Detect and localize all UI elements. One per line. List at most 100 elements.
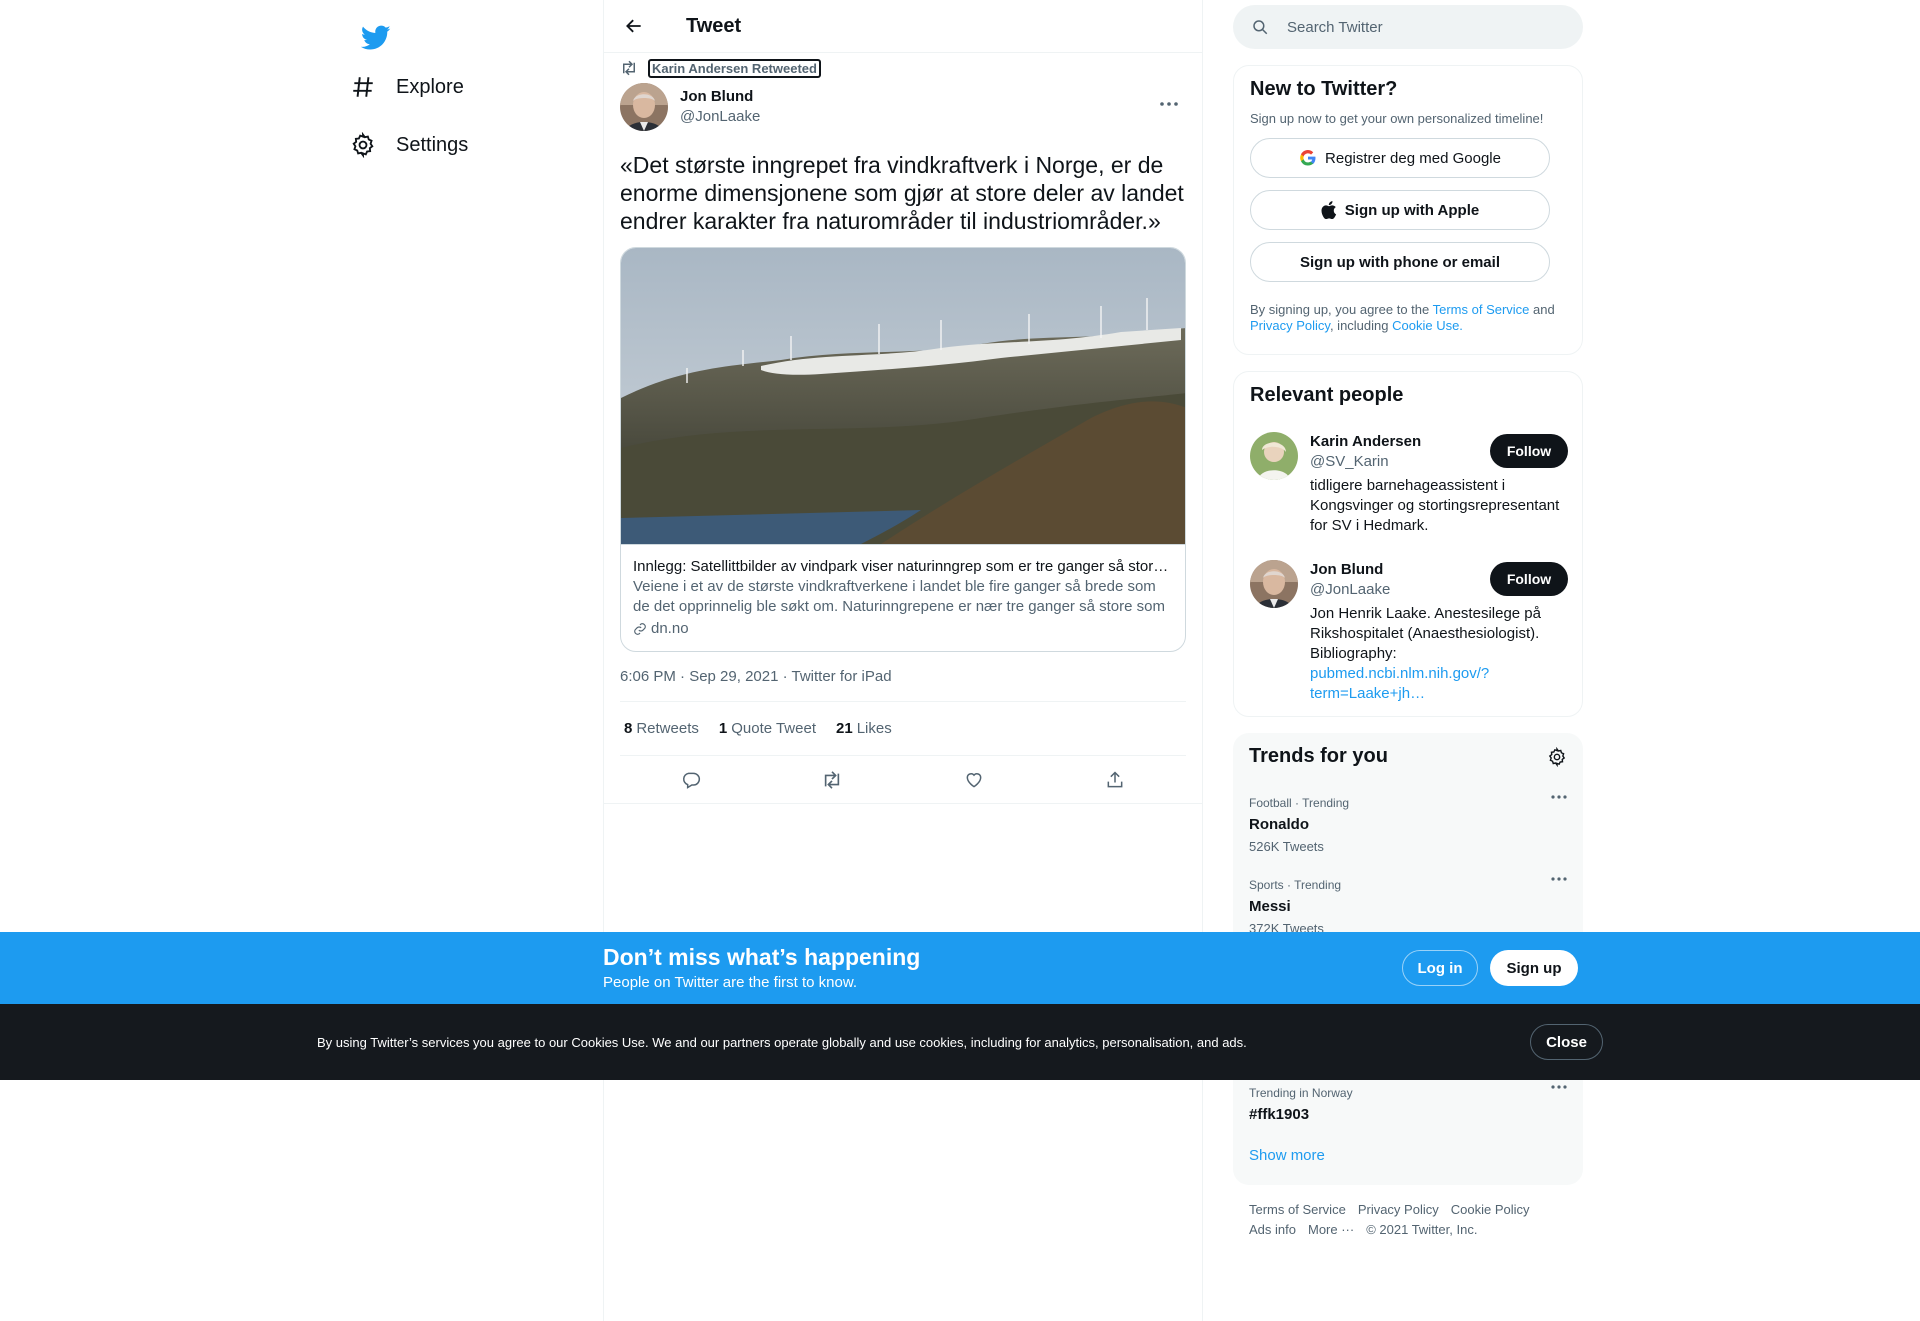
author-names: Jon Blund @JonLaake <box>680 87 760 127</box>
trend-item[interactable]: Sports · Trending Messi 372K Tweets <box>1249 877 1567 937</box>
trend-more-button[interactable] <box>1551 795 1567 799</box>
avatar[interactable] <box>1250 560 1298 608</box>
google-icon <box>1299 149 1317 167</box>
retweet-button[interactable] <box>814 762 850 798</box>
follow-button[interactable]: Follow <box>1490 562 1568 596</box>
footer-ads-info-link[interactable]: Ads info <box>1249 1222 1296 1237</box>
more-dots-icon <box>1551 795 1567 799</box>
footer-more-link[interactable]: More ··· <box>1308 1222 1354 1237</box>
more-options-button[interactable] <box>1152 87 1186 121</box>
cookie-use-link[interactable]: Cookie Use. <box>1392 318 1463 333</box>
nav-settings-label: Settings <box>396 133 469 156</box>
card-domain: dn.no <box>633 619 1173 639</box>
person-bio: Jon Henrik Laake. Anestesilege på Riksho… <box>1310 604 1572 704</box>
person-handle[interactable]: @SV_Karin <box>1310 452 1510 472</box>
signup-legal-text: By signing up, you agree to the Terms of… <box>1250 302 1566 334</box>
search-bar[interactable] <box>1233 5 1583 49</box>
trend-more-button[interactable] <box>1551 1085 1567 1089</box>
google-signup-button[interactable]: Registrer deg med Google <box>1250 138 1550 178</box>
footer-privacy-link[interactable]: Privacy Policy <box>1358 1202 1439 1217</box>
relevant-people-title: Relevant people <box>1250 384 1404 406</box>
cookie-close-button[interactable]: Close <box>1530 1024 1603 1060</box>
person-text: Karin Andersen @SV_Karin tidligere barne… <box>1310 432 1559 536</box>
author-name[interactable]: Jon Blund <box>680 87 760 107</box>
new-to-twitter-title: New to Twitter? <box>1250 78 1398 100</box>
trends-title: Trends for you <box>1249 745 1388 767</box>
banner-subtitle: People on Twitter are the first to know. <box>603 974 858 991</box>
trend-meta: Sports · Trending <box>1249 878 1342 892</box>
login-button[interactable]: Log in <box>1402 950 1478 986</box>
trend-item[interactable]: Trending in Norway #ffk1903 <box>1249 1085 1567 1125</box>
gear-icon <box>350 132 376 158</box>
terms-link[interactable]: Terms of Service <box>1433 302 1530 317</box>
reply-icon <box>681 770 701 790</box>
search-icon <box>1233 18 1269 36</box>
trend-more-button[interactable] <box>1551 877 1567 881</box>
quotes-stat[interactable]: 1 Quote Tweet <box>719 720 816 737</box>
signup-banner: Don’t miss what’s happening People on Tw… <box>0 932 1920 1004</box>
person-item[interactable]: Karin Andersen @SV_Karin tidligere barne… <box>1250 432 1568 542</box>
share-button[interactable] <box>1097 762 1133 798</box>
avatar[interactable] <box>620 83 668 131</box>
footer-cookie-link[interactable]: Cookie Policy <box>1451 1202 1530 1217</box>
card-title: Innlegg: Satellittbilder av vindpark vis… <box>633 558 1173 575</box>
tweet-stats: 8 Retweets 1 Quote Tweet 21 Likes <box>620 702 1186 756</box>
person-bio-text: Jon Henrik Laake. Anestesilege på Riksho… <box>1310 605 1541 662</box>
retweeted-by-link[interactable]: Karin Andersen Retweeted <box>648 58 821 78</box>
person-bio: tidligere barnehageassistent i Kongsving… <box>1310 477 1560 534</box>
privacy-link[interactable]: Privacy Policy <box>1250 318 1330 333</box>
person-handle[interactable]: @JonLaake <box>1310 580 1510 600</box>
page-header: Tweet <box>604 0 1202 53</box>
banner-title: Don’t miss what’s happening <box>603 944 921 970</box>
avatar[interactable] <box>1250 432 1298 480</box>
reply-button[interactable] <box>673 762 709 798</box>
cookie-banner: By using Twitter’s services you agree to… <box>0 1004 1920 1080</box>
apple-icon <box>1321 201 1337 219</box>
person-name[interactable]: Karin Andersen <box>1310 432 1510 452</box>
back-button[interactable] <box>616 8 652 44</box>
likes-stat[interactable]: 21 Likes <box>836 720 892 737</box>
search-input[interactable] <box>1287 18 1547 36</box>
follow-button[interactable]: Follow <box>1490 434 1568 468</box>
hashtag-icon <box>350 74 376 100</box>
retweets-count: 8 <box>624 720 633 737</box>
tweet-author: Jon Blund @JonLaake <box>620 83 1186 135</box>
gear-icon <box>1547 747 1567 767</box>
author-handle[interactable]: @JonLaake <box>680 107 760 127</box>
trend-item[interactable]: Football · Trending Ronaldo 526K Tweets <box>1249 795 1567 855</box>
card-body: Innlegg: Satellittbilder av vindpark vis… <box>621 544 1185 651</box>
quotes-label: Quote Tweet <box>731 720 816 737</box>
apple-signup-button[interactable]: Sign up with Apple <box>1250 190 1550 230</box>
heart-icon <box>964 770 984 790</box>
trend-count: 526K Tweets <box>1249 839 1324 854</box>
link-card[interactable]: Innlegg: Satellittbilder av vindpark vis… <box>620 247 1186 652</box>
retweets-stat[interactable]: 8 Retweets <box>624 720 699 737</box>
retweet-icon <box>821 770 843 790</box>
trend-name: Messi <box>1249 898 1291 915</box>
nav-explore-label: Explore <box>396 75 464 98</box>
phone-email-signup-button[interactable]: Sign up with phone or email <box>1250 242 1550 282</box>
legal-text-2: and <box>1529 302 1555 317</box>
twitter-logo-icon[interactable] <box>350 12 402 64</box>
like-button[interactable] <box>956 762 992 798</box>
person-bio-link[interactable]: pubmed.ncbi.nlm.nih.gov/?term=Laake+jh… <box>1310 665 1489 702</box>
person-name[interactable]: Jon Blund <box>1310 560 1510 580</box>
card-description: Veiene i et av de største vindkraftverke… <box>633 578 1165 615</box>
quotes-count: 1 <box>718 720 728 737</box>
tweet-text: «Det største inngrepet fra vindkraftverk… <box>620 152 1184 234</box>
tweet-timestamp[interactable]: 6:06 PM · Sep 29, 2021 · Twitter for iPa… <box>620 666 1186 702</box>
person-text: Jon Blund @JonLaake Jon Henrik Laake. An… <box>1310 560 1541 704</box>
show-more-trends-link[interactable]: Show more <box>1249 1147 1325 1164</box>
arrow-left-icon <box>624 16 644 36</box>
trends-settings-button[interactable] <box>1547 747 1567 767</box>
footer-terms-link[interactable]: Terms of Service <box>1249 1202 1346 1217</box>
relevant-people-panel: Relevant people Karin Andersen @SV_Karin… <box>1233 371 1583 717</box>
person-item[interactable]: Jon Blund @JonLaake Jon Henrik Laake. An… <box>1250 560 1568 710</box>
signup-button[interactable]: Sign up <box>1490 950 1578 986</box>
nav-settings[interactable]: Settings <box>350 119 468 171</box>
nav-explore[interactable]: Explore <box>350 61 464 113</box>
legal-text-3: , including <box>1329 318 1393 333</box>
more-dots-icon <box>1551 877 1567 881</box>
likes-count: 21 <box>836 720 853 737</box>
card-image <box>621 248 1185 544</box>
